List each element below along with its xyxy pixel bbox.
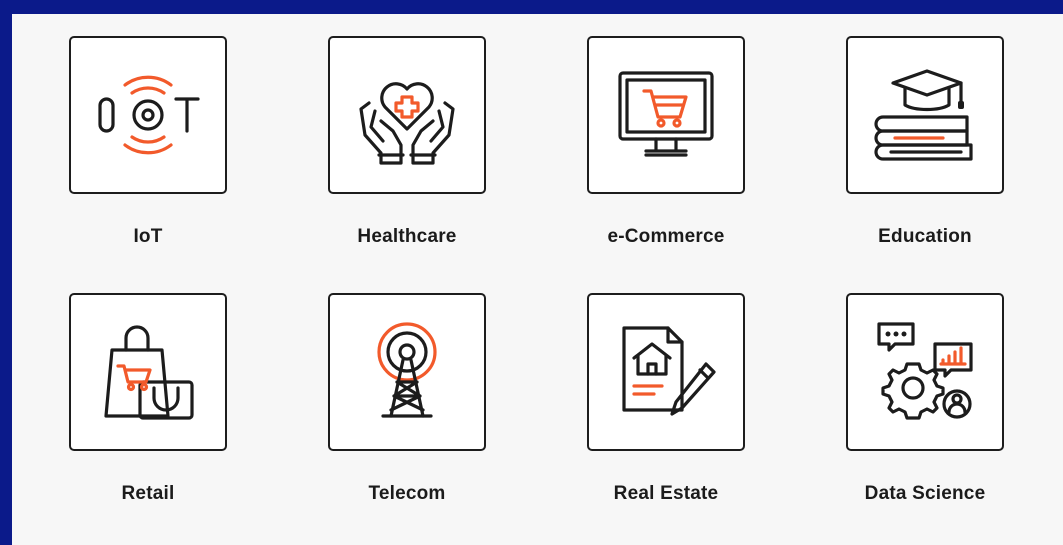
tile-box-telecom[interactable] [328,293,486,451]
shopping-bags-icon [104,325,194,420]
tile-ecommerce[interactable]: e-Commerce [587,36,749,248]
tile-iot[interactable]: IoT [69,36,231,248]
tile-label-real-estate: Real Estate [613,483,719,504]
tile-label-telecom: Telecom [368,483,446,504]
tile-real-estate[interactable]: Real Estate [587,293,749,505]
tile-box-retail[interactable] [69,293,227,451]
tile-box-data-science[interactable] [846,293,1004,451]
tile-label-data-science: Data Science [864,483,986,504]
tile-data-science[interactable]: Data Science [846,293,1008,505]
tile-box-real-estate[interactable] [587,293,745,451]
tile-healthcare[interactable]: Healthcare [328,36,490,248]
tile-label-iot: IoT [133,226,163,247]
tile-education[interactable]: Education [846,36,1008,248]
house-document-pen-icon [622,326,716,416]
tile-box-healthcare[interactable] [328,36,486,194]
iot-icon [98,75,200,155]
tile-label-ecommerce: e-Commerce [607,226,725,247]
tile-box-education[interactable] [846,36,1004,194]
monitor-cart-icon [618,71,714,157]
tile-retail[interactable]: Retail [69,293,231,505]
graduation-cap-books-icon [874,69,973,161]
tile-label-education: Education [878,226,972,247]
industries-grid: IoT Healthcare e-Commerce Education Reta… [0,0,1063,545]
tile-label-healthcare: Healthcare [357,226,457,247]
gear-chart-user-icon [877,322,973,420]
hands-heart-icon [359,82,455,165]
tile-label-retail: Retail [121,483,175,504]
tile-box-ecommerce[interactable] [587,36,745,194]
radio-tower-icon [377,322,437,418]
tile-box-iot[interactable] [69,36,227,194]
tile-telecom[interactable]: Telecom [328,293,490,505]
